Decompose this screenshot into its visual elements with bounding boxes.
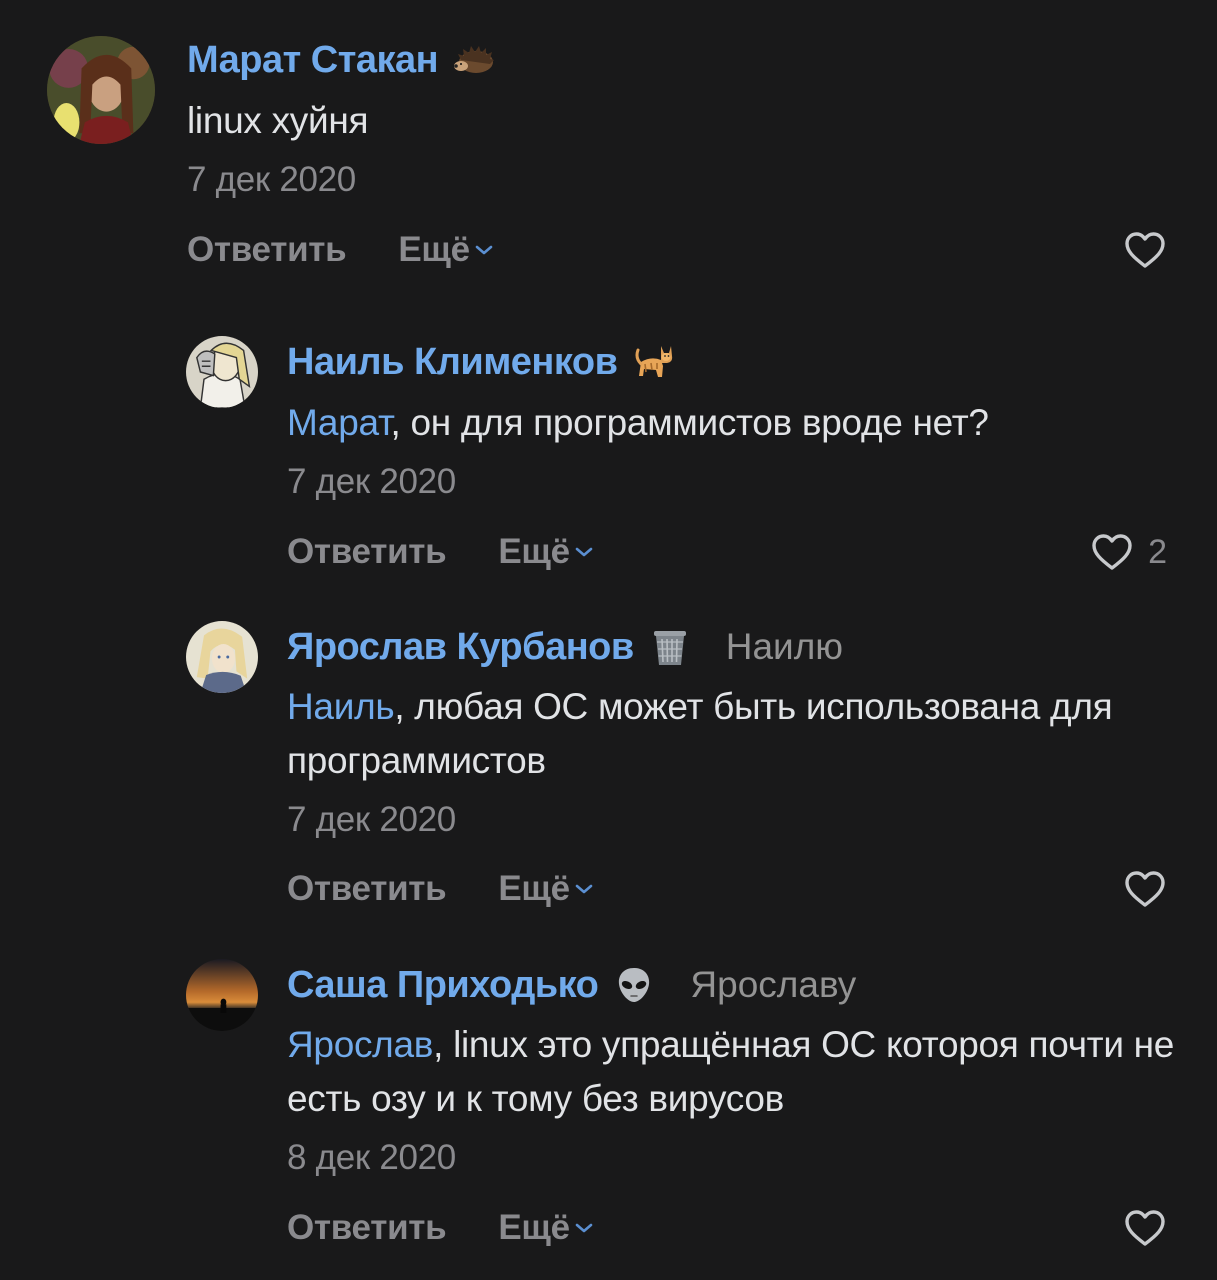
reply-button[interactable]: Ответить [287, 1208, 447, 1248]
like-button[interactable] [1123, 1206, 1167, 1250]
comment: Саша Приходько Ярославу Ярослав, linux э… [0, 0, 1217, 1280]
author-line: Саша Приходько Ярославу [287, 963, 856, 1007]
comment-actions: Ответить Ещё [287, 1206, 594, 1250]
more-button[interactable]: Ещё [498, 1208, 593, 1248]
alien-icon [612, 965, 656, 1005]
more-label: Ещё [498, 1208, 570, 1247]
avatar[interactable] [186, 959, 258, 1031]
reply-to-label[interactable]: Ярославу [690, 964, 856, 1006]
chevron-down-icon [575, 1223, 593, 1233]
comment-date: 8 дек 2020 [287, 1138, 456, 1177]
mention-link[interactable]: Ярослав [287, 1024, 433, 1065]
author-name[interactable]: Саша Приходько [287, 964, 599, 1007]
heart-icon [1125, 1210, 1165, 1246]
comment-text: Ярослав, linux это упращённая ОС котороя… [287, 1018, 1177, 1126]
